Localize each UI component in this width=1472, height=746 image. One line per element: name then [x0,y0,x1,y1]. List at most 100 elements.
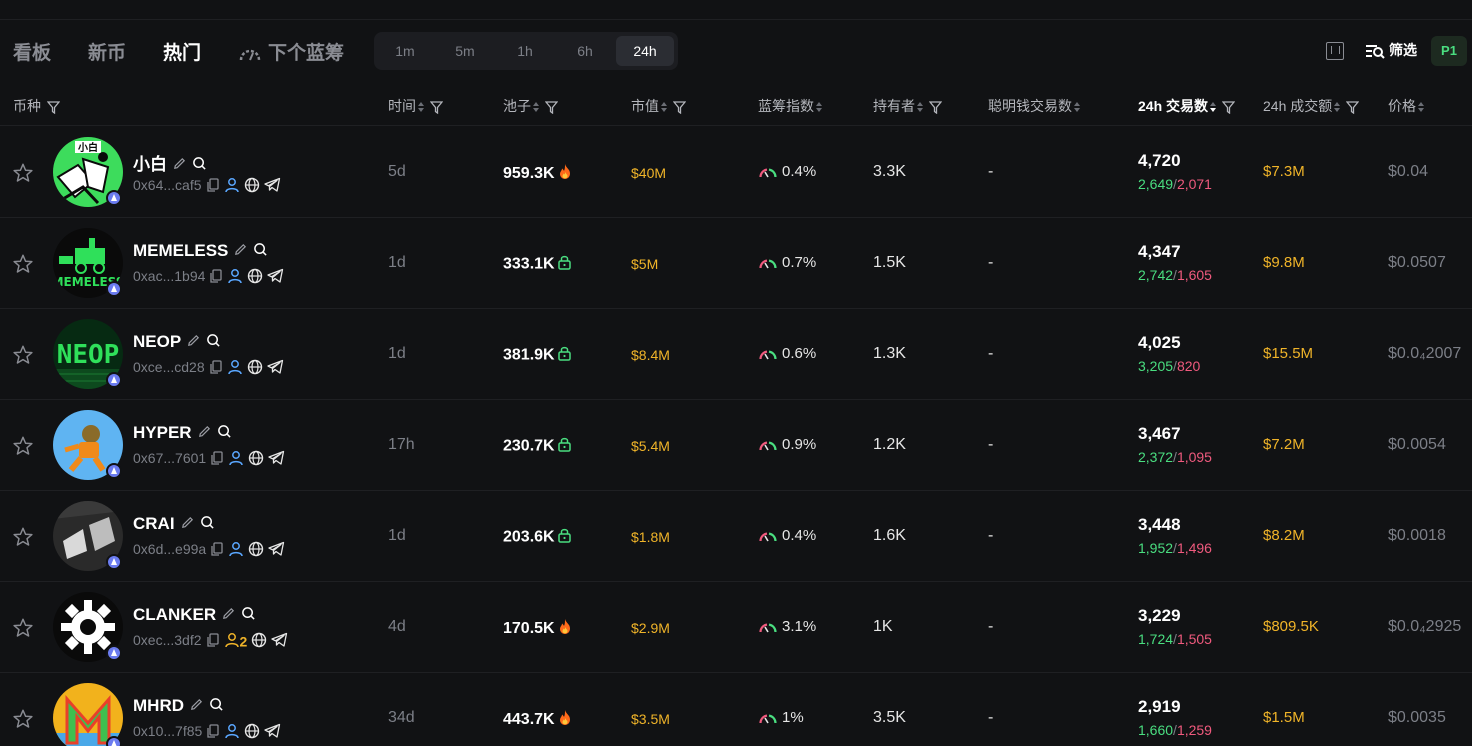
column-vol-24h[interactable]: 24h 成交额 [1263,96,1360,116]
price-cell: $0.0₄2925 [1388,618,1462,635]
favorite-star-icon[interactable] [12,708,34,735]
edit-icon[interactable] [189,697,204,717]
funnel-icon[interactable] [1346,101,1360,114]
copy-icon[interactable] [210,450,224,469]
copy-icon[interactable] [206,632,220,651]
website-globe-icon[interactable] [247,359,263,378]
telegram-icon[interactable] [264,723,281,742]
dev-holders-icon[interactable] [224,632,240,651]
dev-holders-icon[interactable] [224,723,240,742]
copy-icon[interactable] [210,541,224,560]
dev-holders-icon[interactable] [224,177,240,196]
column-price[interactable]: 价格 [1388,96,1424,116]
table-row[interactable]: MHRD 0x10...7f85 34d 443.7K $3.5M 1% 3.5K - 2,91… [0,673,1472,746]
bluechip-gauge-icon [758,618,782,635]
filter-button[interactable]: 筛选 [1365,40,1417,60]
tab-trending[interactable]: 热门 [163,38,201,65]
table-row[interactable]: MEMELESS MEMELESS 0xac...1b94 1d 333.1K $5M 0.… [0,218,1472,309]
table-row[interactable]: CLANKER 0xec...3df2 2 4d 170.5K $2.9M 3.1% 1K - 3… [0,582,1472,673]
column-token[interactable]: 币种 [13,96,60,116]
token-name[interactable]: CLANKER [133,605,216,624]
copy-icon[interactable] [209,359,223,378]
dev-holders-icon[interactable] [227,359,243,378]
column-bluechip[interactable]: 蓝筹指数 [758,96,822,116]
column-tx-24h[interactable]: 24h 交易数 [1138,96,1236,116]
edit-icon[interactable] [180,515,195,535]
favorite-star-icon[interactable] [12,253,34,280]
search-icon[interactable] [192,156,207,176]
tx-24h-cell: 4,347 2,742/1,605 [1138,242,1212,283]
telegram-icon[interactable] [271,632,288,651]
edit-icon[interactable] [233,242,248,262]
token-name[interactable]: HYPER [133,423,192,442]
favorite-star-icon[interactable] [12,162,34,189]
edit-icon[interactable] [172,156,187,176]
search-icon[interactable] [253,242,268,262]
table-row[interactable]: NEOP NEOP 0xce...cd28 1d 381.9K $8.4M 0.6% 1.3K… [0,309,1472,400]
token-name[interactable]: 小白 [133,155,167,174]
token-name-line: NEOP [133,332,221,353]
dev-holders-icon[interactable] [228,450,244,469]
website-globe-icon[interactable] [244,177,260,196]
tab-next-bluechip[interactable]: 下个蓝筹 [238,38,344,65]
funnel-icon[interactable] [47,101,60,114]
dev-holders-icon[interactable] [227,268,243,287]
token-name[interactable]: MEMELESS [133,241,228,260]
search-icon[interactable] [209,697,224,717]
token-name[interactable]: NEOP [133,332,181,351]
telegram-icon[interactable] [268,541,285,560]
edit-icon[interactable] [221,606,236,626]
copy-icon[interactable] [209,268,223,287]
website-globe-icon[interactable] [247,268,263,287]
token-name[interactable]: CRAI [133,514,175,533]
funnel-icon[interactable] [673,101,686,114]
search-icon[interactable] [200,515,215,535]
timeframe-24h[interactable]: 24h [616,36,674,66]
column-mcap[interactable]: 市值 [631,96,686,116]
token-name[interactable]: MHRD [133,696,184,715]
funnel-icon[interactable] [1222,101,1236,114]
bookmark-filter-icon[interactable] [1326,42,1344,60]
tab-dashboard[interactable]: 看板 [13,38,51,65]
table-row[interactable]: 小白 小白 0x64...caf5 5d 959.3K $40M 0.4% 3.3K -4,72… [0,127,1472,218]
timeframe-5m[interactable]: 5m [436,36,494,66]
ethereum-chain-icon [106,463,122,479]
funnel-icon[interactable] [929,101,942,114]
telegram-icon[interactable] [267,268,284,287]
column-holders[interactable]: 持有者 [873,96,942,116]
column-smart-money[interactable]: 聪明钱交易数 [988,96,1080,116]
telegram-icon[interactable] [268,450,285,469]
telegram-icon[interactable] [266,359,284,378]
telegram-icon[interactable] [263,177,281,196]
favorite-star-icon[interactable] [12,344,34,371]
edit-icon[interactable] [186,333,201,353]
favorite-star-icon[interactable] [12,435,34,462]
preset-p1-button[interactable]: P1 [1431,36,1467,66]
sort-icon [816,101,822,113]
timeframe-1m[interactable]: 1m [376,36,434,66]
website-globe-icon[interactable] [244,723,260,742]
tx-24h-cell: 3,467 2,372/1,095 [1138,424,1212,465]
funnel-icon[interactable] [545,101,558,114]
favorite-star-icon[interactable] [12,526,34,553]
funnel-icon[interactable] [430,101,443,114]
timeframe-6h[interactable]: 6h [556,36,614,66]
website-globe-icon[interactable] [248,450,264,469]
table-row[interactable]: CRAI 0x6d...e99a 1d 203.6K $1.8M 0.4% 1.6K - 3,4… [0,491,1472,582]
token-address-line: 0x64...caf5 [133,177,281,196]
search-icon[interactable] [241,606,256,626]
copy-icon[interactable] [206,723,220,742]
website-globe-icon[interactable] [248,541,264,560]
website-globe-icon[interactable] [251,632,267,651]
timeframe-1h[interactable]: 1h [496,36,554,66]
dev-holders-icon[interactable] [228,541,244,560]
tab-new-coins[interactable]: 新币 [88,38,126,65]
search-icon[interactable] [217,424,232,444]
search-icon[interactable] [206,333,221,353]
copy-icon[interactable] [206,177,220,196]
favorite-star-icon[interactable] [12,617,34,644]
column-pool[interactable]: 池子 [503,96,558,116]
column-time[interactable]: 时间 [388,96,443,116]
edit-icon[interactable] [197,424,212,444]
table-row[interactable]: HYPER 0x67...7601 17h 230.7K $5.4M 0.9% 1.2K - 3… [0,400,1472,491]
